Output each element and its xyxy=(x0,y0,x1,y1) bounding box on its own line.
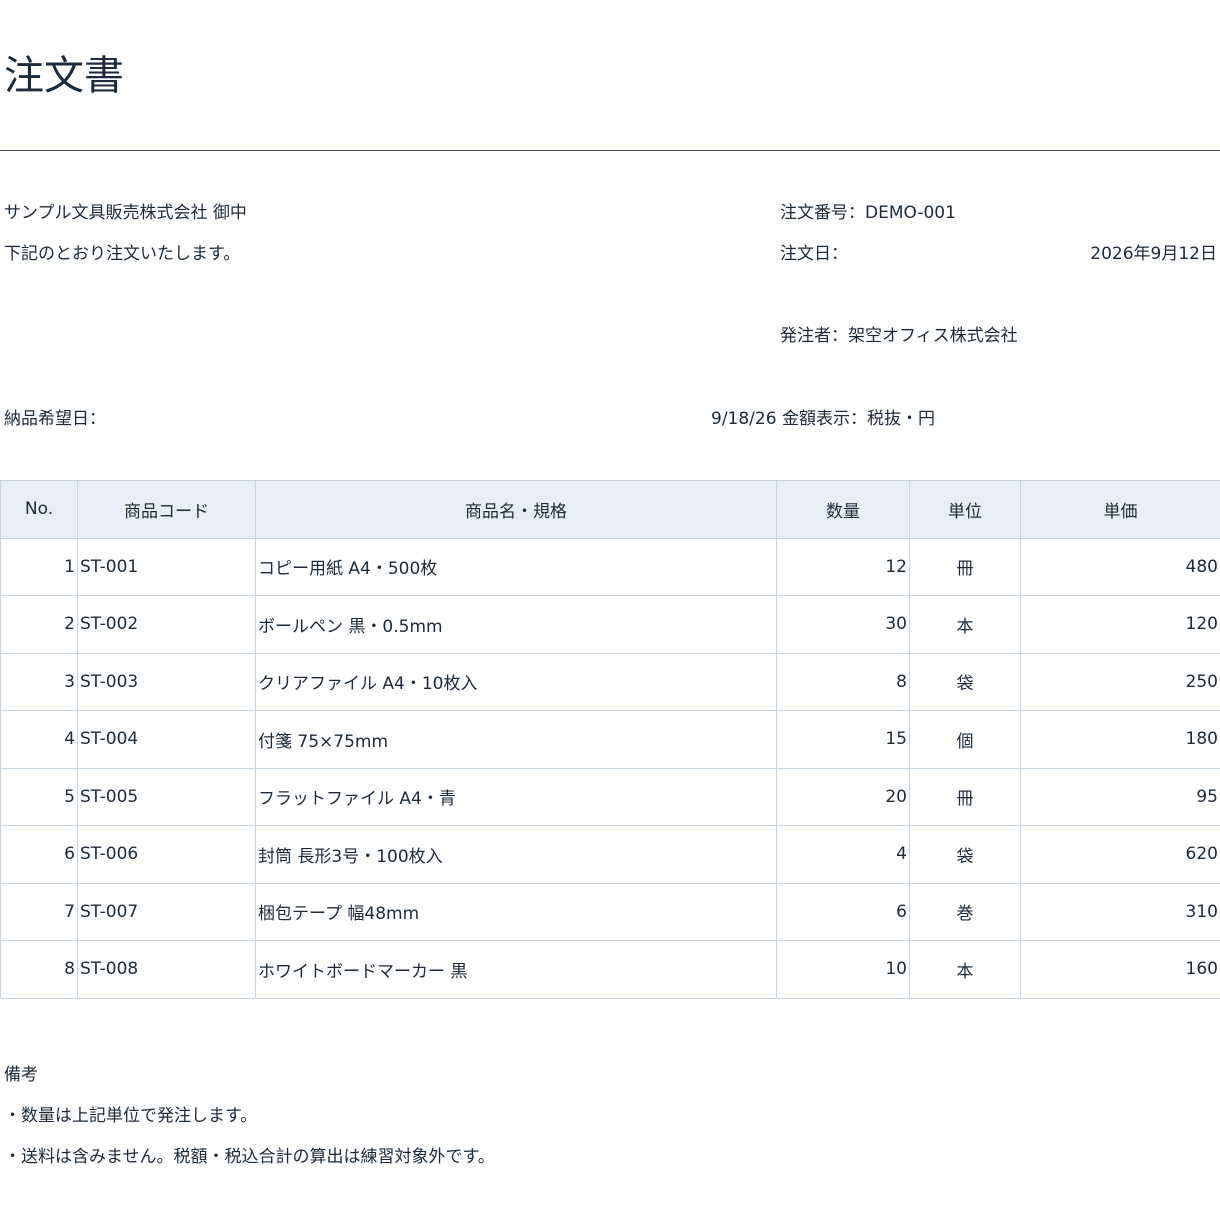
cell-code: ST-003 xyxy=(77,652,256,711)
table-row: 8 ST-008 ホワイトボードマーカー 黒 10 本 160 xyxy=(0,940,1220,999)
cell-price: 120 xyxy=(1020,595,1220,654)
cell-no: 1 xyxy=(0,537,78,596)
cell-name: 封筒 長形3号・100枚入 xyxy=(255,825,777,884)
delivery-and-amount: 9/18/26 金額表示：税抜・円 xyxy=(711,407,935,431)
table-row: 5 ST-005 フラットファイル A4・青 20 冊 95 xyxy=(0,767,1220,826)
notes-line: ・数量は上記単位で発注します。 xyxy=(4,1106,258,1126)
order-date-label: 注文日： xyxy=(780,244,848,264)
cell-no: 3 xyxy=(0,652,78,711)
column-header-unit: 単位 xyxy=(909,480,1021,539)
cell-qty: 12 xyxy=(776,537,910,596)
cell-qty: 15 xyxy=(776,710,910,769)
notes-heading: 備考 xyxy=(4,1065,38,1085)
orderer: 発注者：架空オフィス株式会社 xyxy=(780,324,1018,348)
cell-no: 6 xyxy=(0,825,78,884)
title-divider xyxy=(0,150,1220,151)
cell-unit: 袋 xyxy=(909,652,1021,711)
cell-name: フラットファイル A4・青 xyxy=(255,767,777,826)
notes-line: ・送料は含みません。税額・税込合計の算出は練習対象外です。 xyxy=(4,1147,495,1167)
cell-price: 310 xyxy=(1020,882,1220,941)
cell-qty: 6 xyxy=(776,882,910,941)
table-header-row: No. 商品コード 商品名・規格 数量 単位 単価 xyxy=(0,480,1220,539)
cell-qty: 8 xyxy=(776,652,910,711)
cell-qty: 20 xyxy=(776,767,910,826)
column-header-name: 商品名・規格 xyxy=(255,480,777,539)
column-header-qty: 数量 xyxy=(776,480,910,539)
orderer-value: 架空オフィス株式会社 xyxy=(848,326,1018,346)
column-header-price: 単価 xyxy=(1020,480,1220,539)
cell-name: 付箋 75×75mm xyxy=(255,710,777,769)
cell-name: クリアファイル A4・10枚入 xyxy=(255,652,777,711)
cell-price: 95 xyxy=(1020,767,1220,826)
order-date-value: 2026年9月12日 xyxy=(1090,244,1217,264)
cell-name: コピー用紙 A4・500枚 xyxy=(255,537,777,596)
cell-code: ST-002 xyxy=(77,595,256,654)
cell-no: 5 xyxy=(0,767,78,826)
column-header-code: 商品コード xyxy=(77,480,256,539)
cell-name: ボールペン 黒・0.5mm xyxy=(255,595,777,654)
cell-unit: 本 xyxy=(909,595,1021,654)
table-row: 4 ST-004 付箋 75×75mm 15 個 180 xyxy=(0,710,1220,769)
cell-unit: 冊 xyxy=(909,767,1021,826)
orderer-label: 発注者： xyxy=(780,326,848,346)
order-number: 注文番号：DEMO-001 xyxy=(780,201,956,225)
document-title: 注文書 xyxy=(4,53,124,99)
cell-unit: 本 xyxy=(909,940,1021,999)
cell-price: 480 xyxy=(1020,537,1220,596)
cell-price: 250 xyxy=(1020,652,1220,711)
cell-code: ST-004 xyxy=(77,710,256,769)
order-items-table: No. 商品コード 商品名・規格 数量 単位 単価 1 ST-001 コピー用紙… xyxy=(0,480,1220,999)
table-row: 6 ST-006 封筒 長形3号・100枚入 4 袋 620 xyxy=(0,825,1220,884)
cell-unit: 巻 xyxy=(909,882,1021,941)
table-row: 7 ST-007 梱包テープ 幅48mm 6 巻 310 xyxy=(0,882,1220,941)
cell-code: ST-008 xyxy=(77,940,256,999)
cell-unit: 袋 xyxy=(909,825,1021,884)
delivery-date-value: 9/18/26 xyxy=(711,409,777,429)
cell-code: ST-006 xyxy=(77,825,256,884)
cell-qty: 4 xyxy=(776,825,910,884)
greeting: 下記のとおり注文いたします。 xyxy=(4,244,241,264)
cell-price: 160 xyxy=(1020,940,1220,999)
order-number-value: DEMO-001 xyxy=(865,203,956,223)
order-number-label: 注文番号： xyxy=(780,203,865,223)
delivery-date-label: 納品希望日： xyxy=(4,409,106,429)
cell-price: 620 xyxy=(1020,825,1220,884)
cell-code: ST-005 xyxy=(77,767,256,826)
table-row: 3 ST-003 クリアファイル A4・10枚入 8 袋 250 xyxy=(0,652,1220,711)
cell-qty: 10 xyxy=(776,940,910,999)
cell-unit: 冊 xyxy=(909,537,1021,596)
recipient: サンプル文具販売株式会社 御中 xyxy=(4,203,247,223)
cell-unit: 個 xyxy=(909,710,1021,769)
cell-no: 8 xyxy=(0,940,78,999)
cell-no: 7 xyxy=(0,882,78,941)
amount-display: 金額表示：税抜・円 xyxy=(781,409,935,429)
cell-code: ST-001 xyxy=(77,537,256,596)
cell-no: 2 xyxy=(0,595,78,654)
table-row: 1 ST-001 コピー用紙 A4・500枚 12 冊 480 xyxy=(0,537,1220,596)
cell-price: 180 xyxy=(1020,710,1220,769)
cell-name: ホワイトボードマーカー 黒 xyxy=(255,940,777,999)
cell-code: ST-007 xyxy=(77,882,256,941)
cell-name: 梱包テープ 幅48mm xyxy=(255,882,777,941)
column-header-no: No. xyxy=(0,480,78,539)
cell-qty: 30 xyxy=(776,595,910,654)
cell-no: 4 xyxy=(0,710,78,769)
table-row: 2 ST-002 ボールペン 黒・0.5mm 30 本 120 xyxy=(0,595,1220,654)
